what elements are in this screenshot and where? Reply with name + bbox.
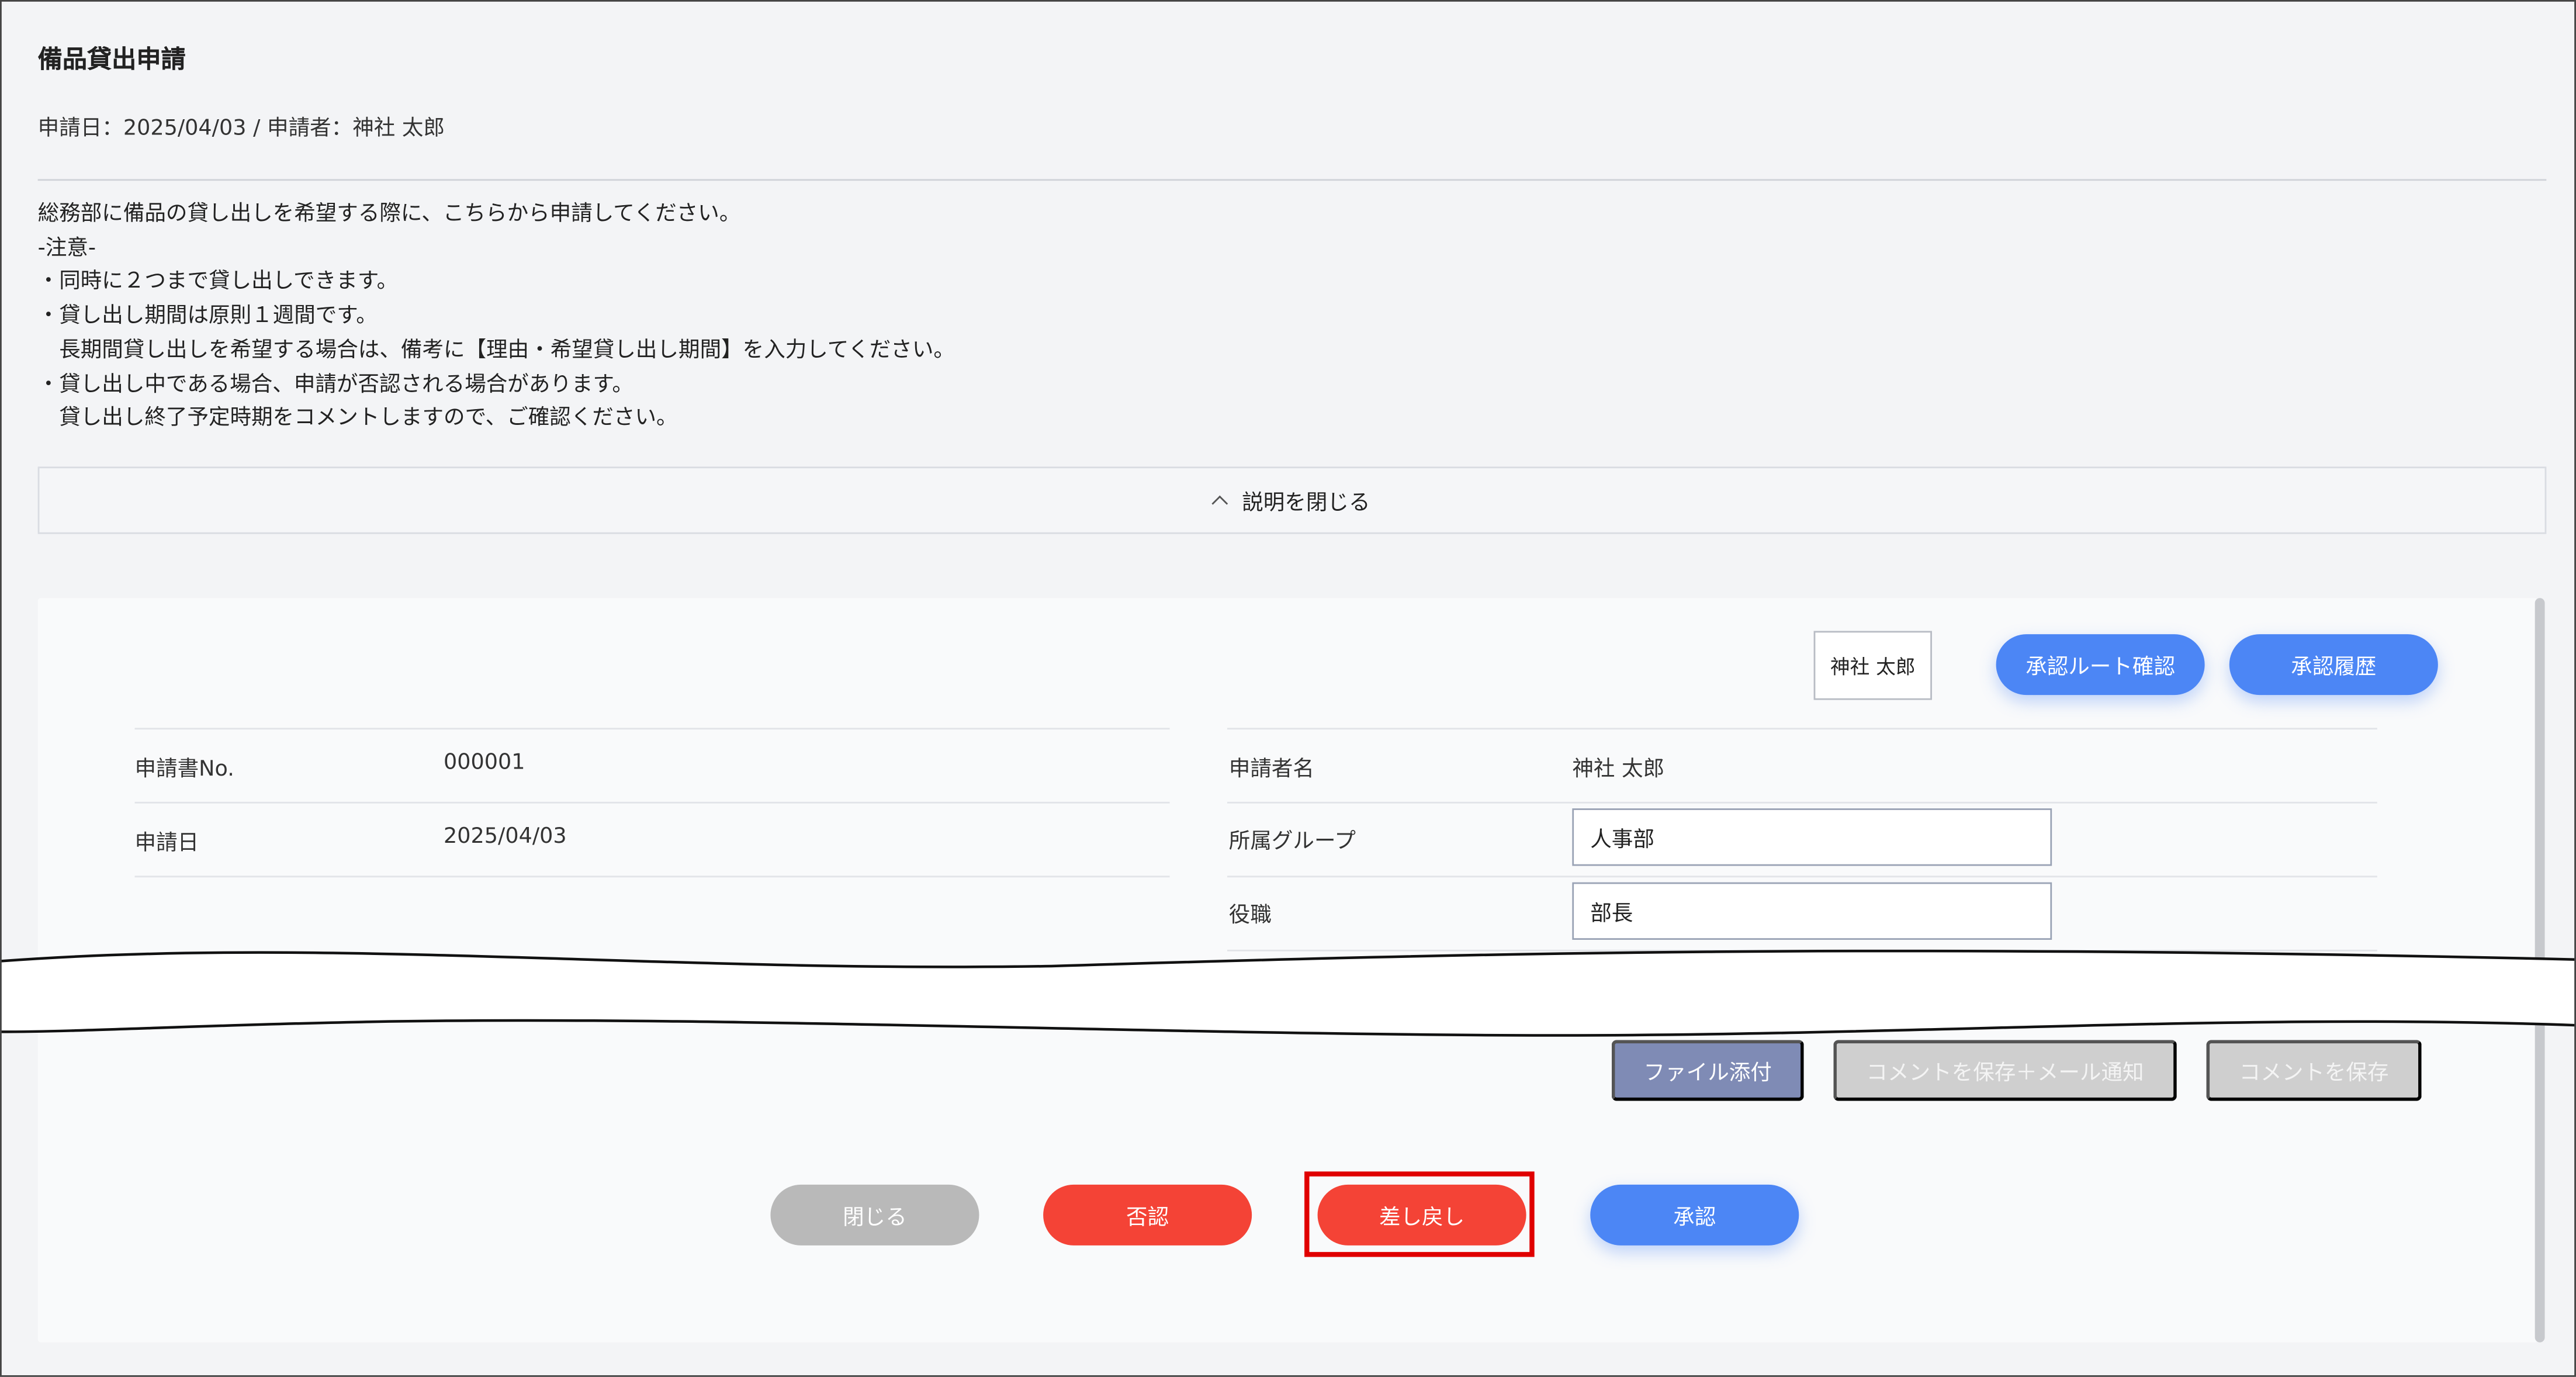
description-line: -注意- [37,236,96,261]
user-name-box: 神社 太郎 [1813,631,1932,700]
description-line: 長期間貸し出しを希望する場合は、備考に【理由・希望貸し出し期間】を入力してくださ… [37,338,955,363]
title-divider [37,179,2547,181]
application-no-label: 申請書No. [134,757,234,783]
page-title: 備品貸出申請 [37,44,186,74]
application-no-value: 000001 [444,750,525,776]
position-label: 役職 [1228,904,1272,929]
description-line: ・同時に２つまで貸し出しできます。 [37,270,399,295]
group-label: 所属グループ [1228,829,1356,854]
page: 備品貸出申請 申請日：2025/04/03 / 申請者：神社 太郎 総務部に備品… [0,0,2576,1377]
application-meta: 申請日：2025/04/03 / 申請者：神社 太郎 [37,116,445,141]
position-field[interactable]: 部長 [1572,882,2052,940]
description-line: 総務部に備品の貸し出しを希望する際に、こちらから申請してください。 [37,202,741,227]
save-comment-notify-button[interactable]: コメントを保存＋メール通知 [1833,1040,2177,1101]
approve-button[interactable]: 承認 [1590,1184,1799,1245]
application-date-value: 2025/04/03 [444,825,567,850]
toggle-label: 説明を閉じる [1242,491,1370,516]
description-text: 総務部に備品の貸し出しを希望する際に、こちらから申請してください。 -注意- ・… [38,199,955,437]
row-divider [1227,728,2377,730]
row-divider [1227,801,2377,804]
approval-route-button[interactable]: 承認ルート確認 [1996,634,2205,696]
page-break-wave [0,949,2576,1037]
group-field[interactable]: 人事部 [1572,808,2052,866]
row-divider [1227,876,2377,878]
return-button[interactable]: 差し戻し [1317,1184,1526,1245]
description-line: 貸し出し終了予定時期をコメントしますので、ご確認ください。 [37,406,678,431]
description-line: ・貸し出し中である場合、申請が否認される場合があります。 [37,372,633,397]
applicant-name-value: 神社 太郎 [1572,757,1665,783]
file-attach-button[interactable]: ファイル添付 [1611,1040,1804,1101]
row-divider [134,728,1170,730]
approval-history-button[interactable]: 承認履歴 [2229,634,2438,696]
save-comment-button[interactable]: コメントを保存 [2206,1040,2422,1101]
chevron-up-icon [1211,495,1228,512]
row-divider [134,876,1170,878]
close-description-toggle[interactable]: 説明を閉じる [37,466,2547,534]
close-button[interactable]: 閉じる [770,1184,979,1245]
reject-button[interactable]: 否認 [1043,1184,1252,1245]
row-divider [134,801,1170,804]
application-date-label: 申請日 [134,831,199,856]
description-line: ・貸し出し期間は原則１週間です。 [37,304,378,329]
applicant-name-label: 申請者名 [1228,757,1315,783]
